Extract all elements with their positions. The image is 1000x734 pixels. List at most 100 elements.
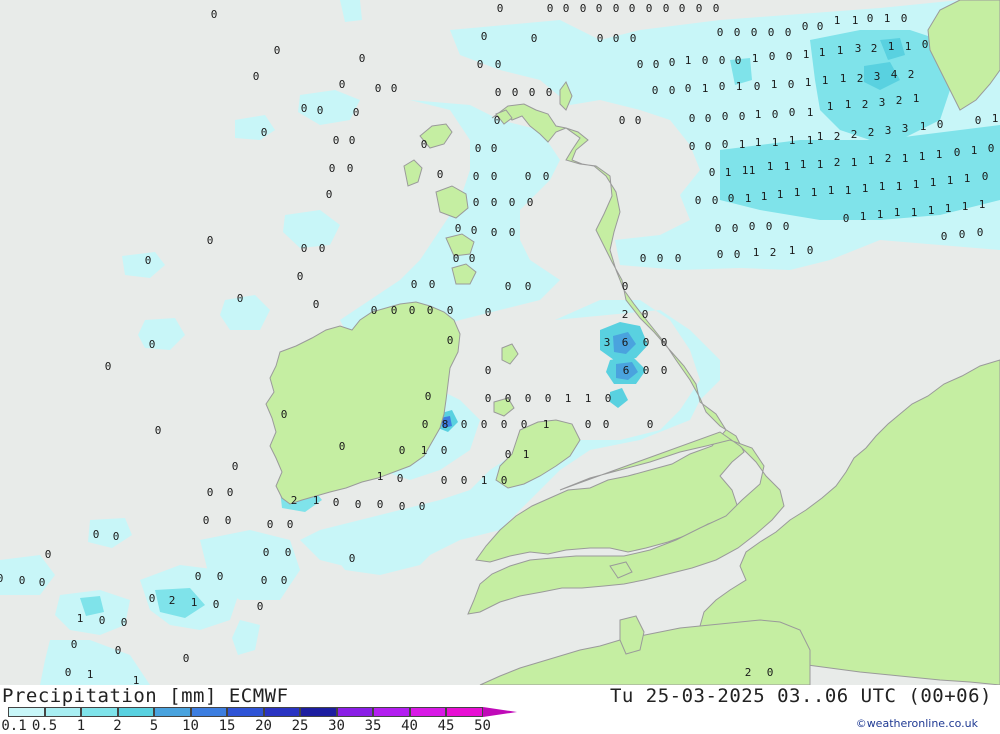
credit-link[interactable]: ©weatheronline.co.uk: [856, 717, 978, 730]
precip-value: 0: [512, 86, 519, 99]
precip-value: 1: [905, 40, 912, 53]
footer-bar: Precipitation [mm] ECMWF Tu 25-03-2025 0…: [0, 685, 1000, 734]
precip-value: 1: [807, 134, 814, 147]
precip-value: 0: [195, 570, 202, 583]
precip-value: 0: [491, 142, 498, 155]
precip-value: 0: [643, 336, 650, 349]
precip-value: 0: [71, 638, 78, 651]
precip-value: 1: [755, 108, 762, 121]
precip-value: 0: [767, 666, 774, 679]
precip-value: 3: [874, 70, 881, 83]
precip-value: 0: [717, 248, 724, 261]
precip-value: 1: [834, 14, 841, 27]
precip-value: 8: [442, 418, 449, 431]
precip-value: 3: [604, 336, 611, 349]
precip-value: 2: [908, 68, 915, 81]
legend-label: 20: [255, 718, 272, 734]
precip-value: 0: [982, 170, 989, 183]
precip-value: 0: [785, 26, 792, 39]
precip-value: 1: [313, 494, 320, 507]
precip-value: 1: [752, 52, 759, 65]
precip-value: 2: [169, 594, 176, 607]
precip-value: 2: [291, 494, 298, 507]
precip-value: 1: [745, 192, 752, 205]
precip-value: 1: [862, 182, 869, 195]
legend-swatch: [227, 707, 264, 717]
precip-value: 2: [851, 128, 858, 141]
precip-value: 0: [347, 162, 354, 175]
precip-value: 2: [885, 152, 892, 165]
precip-value: 0: [485, 392, 492, 405]
precip-value: 0: [543, 170, 550, 183]
precip-value: 0: [597, 32, 604, 45]
precip-value: 0: [657, 252, 664, 265]
precip-value: 0: [267, 518, 274, 531]
precip-value: 0: [155, 424, 162, 437]
precip-value: 1: [523, 448, 530, 461]
precip-value: 1: [971, 144, 978, 157]
precip-value: 1: [805, 76, 812, 89]
legend-label: 0.5: [31, 718, 58, 734]
precip-value: 0: [227, 486, 234, 499]
precip-value: 1: [421, 444, 428, 457]
precip-value: 0: [525, 170, 532, 183]
precip-value: 0: [640, 252, 647, 265]
precip-value: 0: [121, 616, 128, 629]
legend-label: 2: [113, 718, 122, 734]
precip-value: 1: [811, 186, 818, 199]
precip-value: 0: [409, 304, 416, 317]
precip-value: 0: [333, 134, 340, 147]
precip-value: 0: [421, 138, 428, 151]
precip-value: 1: [992, 112, 999, 125]
precip-value: 0: [481, 418, 488, 431]
precip-value: 1: [860, 210, 867, 223]
precip-value: 0: [281, 574, 288, 587]
precip-value: 0: [652, 84, 659, 97]
legend-swatch: [300, 707, 337, 717]
precip-value: 0: [317, 104, 324, 117]
precip-value: 0: [353, 106, 360, 119]
precip-value: 1: [749, 164, 756, 177]
precip-value: 0: [377, 498, 384, 511]
precip-value: 0: [333, 496, 340, 509]
precip-value: 0: [263, 546, 270, 559]
legend-swatch: [81, 707, 118, 717]
precip-value: 0: [399, 444, 406, 457]
precip-value: 2: [862, 98, 869, 111]
precip-value: 0: [521, 418, 528, 431]
legend-label: 1: [76, 718, 86, 734]
precip-value: 0: [301, 242, 308, 255]
valid-time: Tu 25-03-2025 03..06 UTC (00+06): [609, 685, 992, 707]
precip-value: 3: [885, 124, 892, 137]
precip-value: 3: [902, 122, 909, 135]
precip-value: 6: [623, 364, 630, 377]
precip-value: 0: [253, 70, 260, 83]
precip-value: 0: [115, 644, 122, 657]
precip-value: 0: [349, 552, 356, 565]
precip-value: 0: [646, 2, 653, 15]
legend-label: 40: [401, 718, 418, 734]
precip-value: 0: [183, 652, 190, 665]
precip-value: 0: [728, 192, 735, 205]
precip-value: 1: [868, 154, 875, 167]
precip-value: 0: [922, 38, 929, 51]
precip-value: 1: [845, 98, 852, 111]
precip-value: 1: [852, 14, 859, 27]
precip-value: 1: [827, 100, 834, 113]
precip-value: 0: [203, 514, 210, 527]
precip-value: 0: [399, 500, 406, 513]
precip-value: 0: [419, 500, 426, 513]
precip-value: 0: [669, 84, 676, 97]
precip-value: 1: [794, 186, 801, 199]
precip-value: 0: [613, 32, 620, 45]
precip-value: 1: [947, 174, 954, 187]
precip-value: 0: [429, 278, 436, 291]
precip-value: 2: [868, 126, 875, 139]
precip-value: 1: [896, 180, 903, 193]
precip-value: 0: [105, 360, 112, 373]
precip-value: 0: [702, 54, 709, 67]
precip-value: 0: [786, 50, 793, 63]
precip-value: 0: [461, 474, 468, 487]
precip-value: 0: [491, 170, 498, 183]
precip-value: 0: [603, 418, 610, 431]
